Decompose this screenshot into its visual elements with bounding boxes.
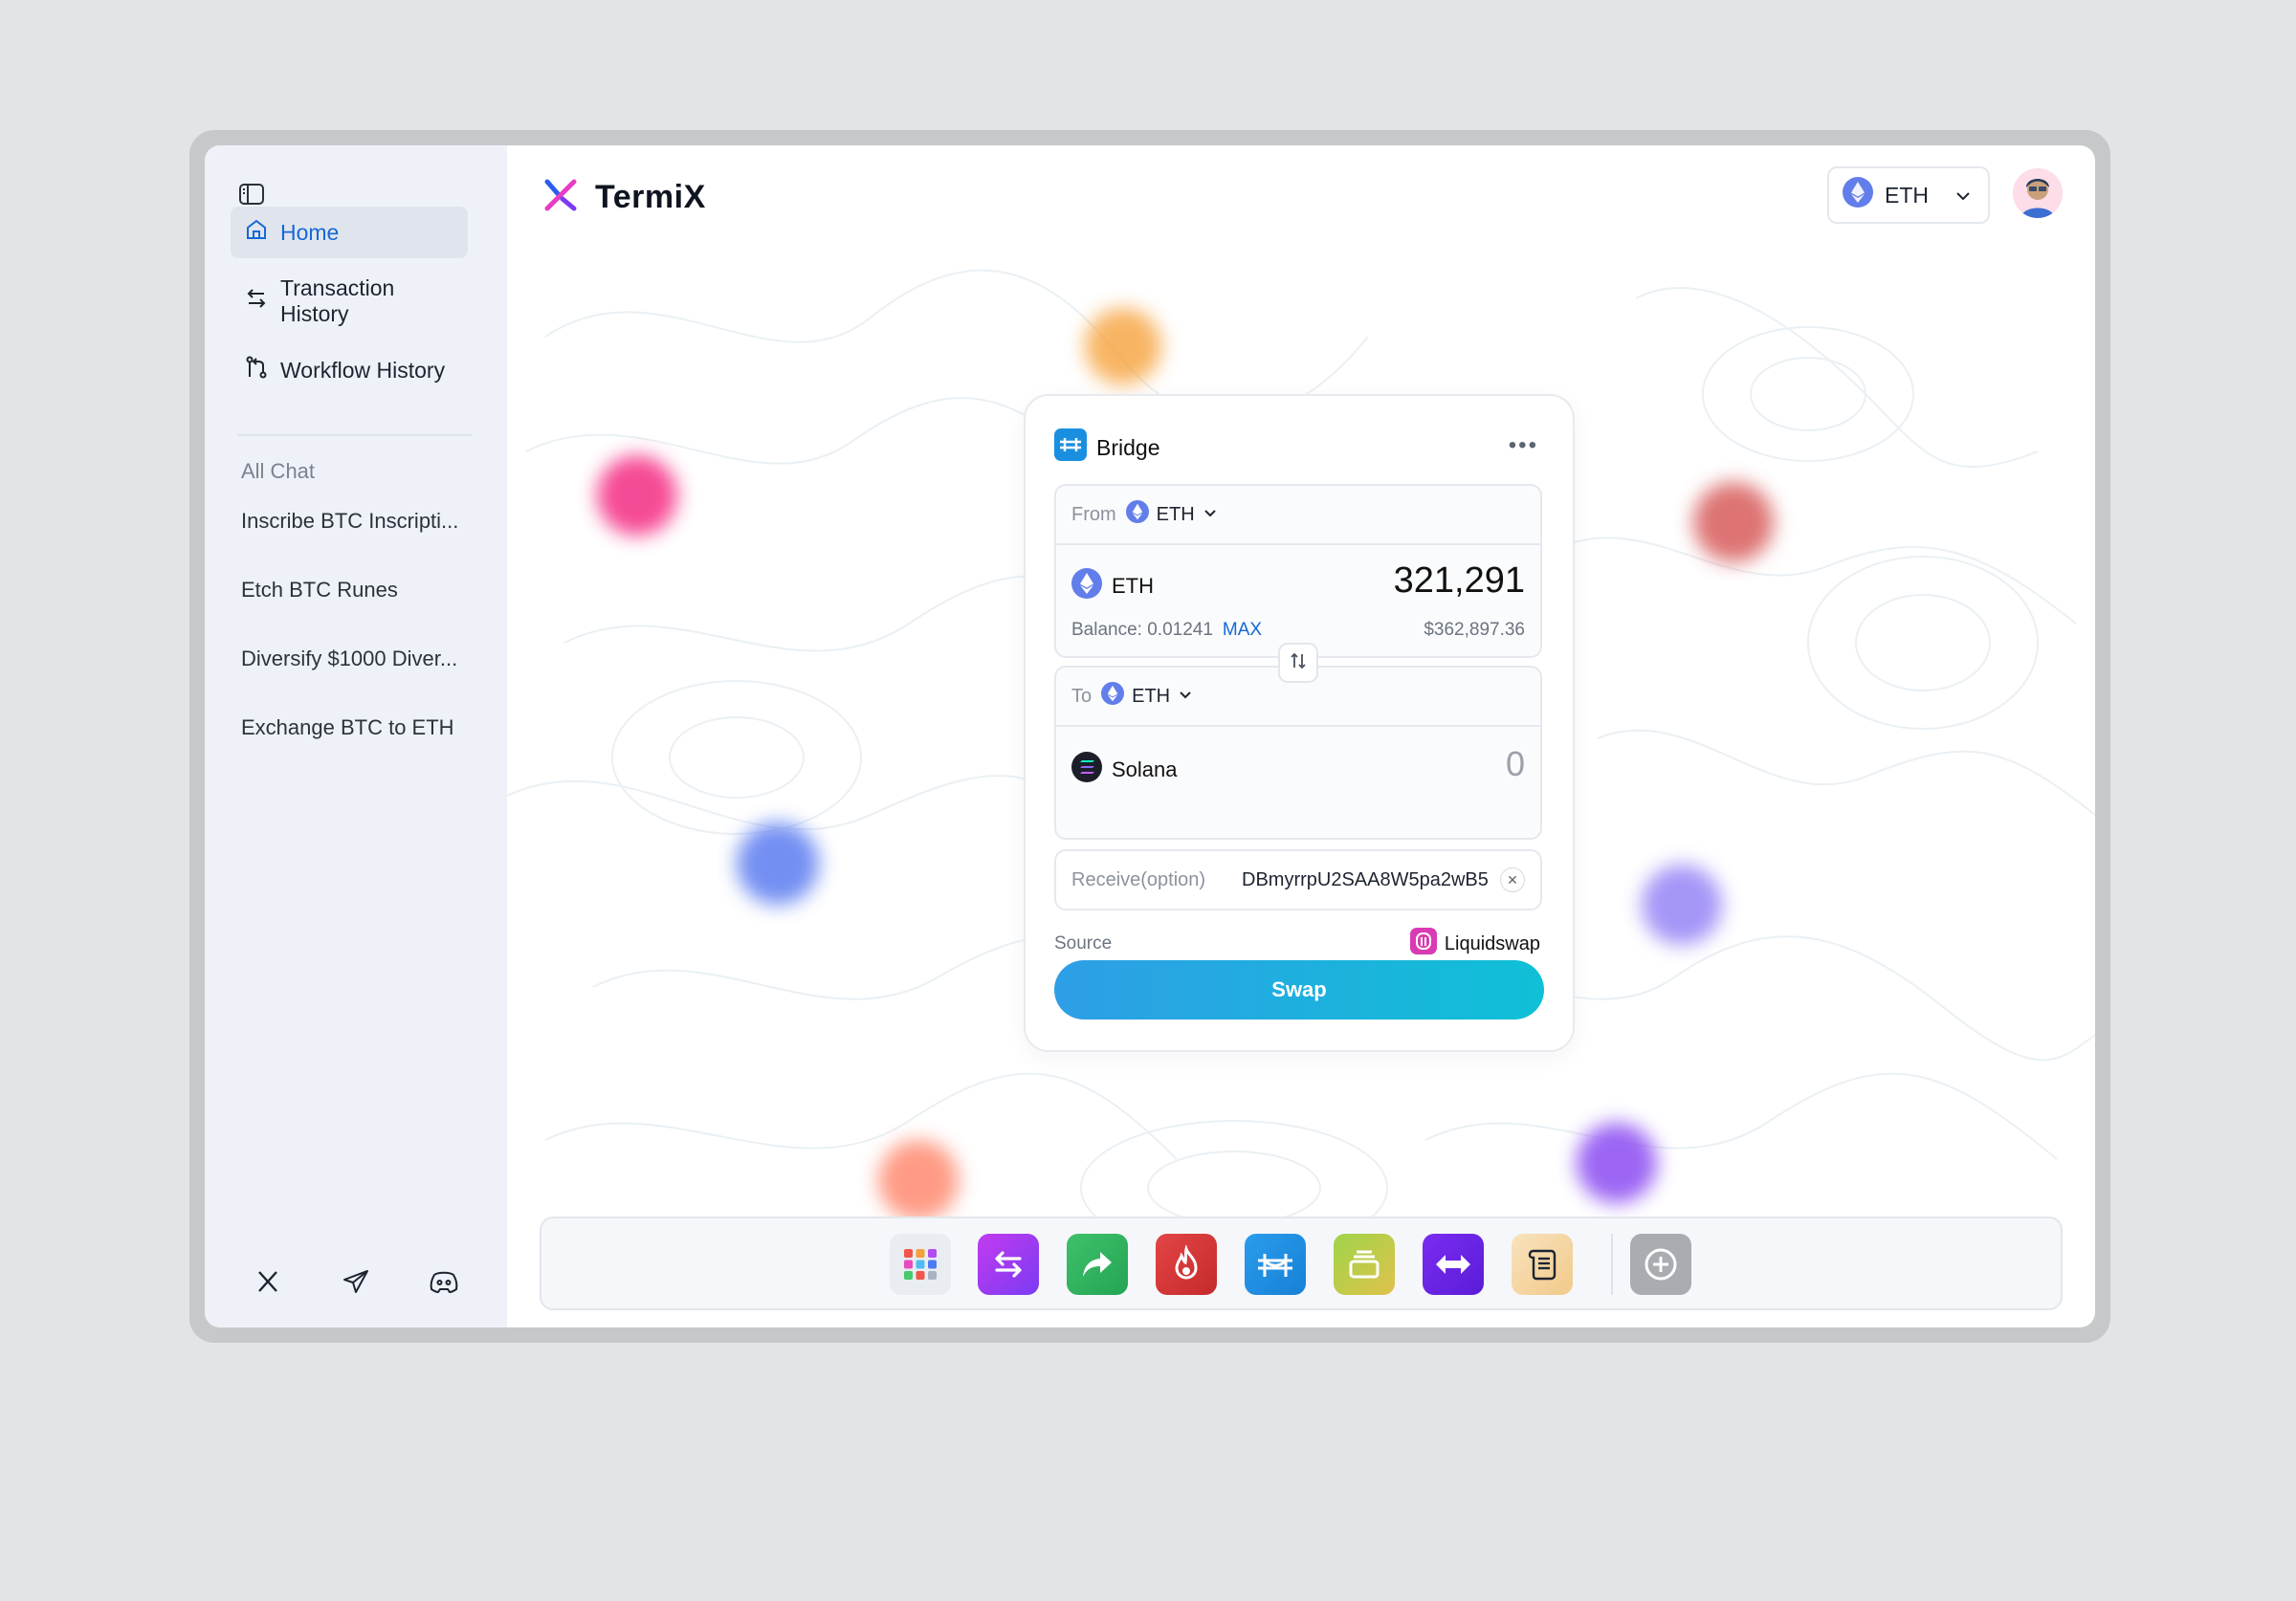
token-blob <box>878 1140 959 1220</box>
x-icon[interactable] <box>249 1262 287 1301</box>
sidebar-item-workflow-history[interactable]: Workflow History <box>231 344 468 396</box>
exchange-icon[interactable] <box>1423 1234 1484 1295</box>
to-token-label: Solana <box>1112 757 1178 781</box>
telegram-icon[interactable] <box>337 1262 375 1301</box>
sidebar-item-home[interactable]: Home <box>231 207 468 258</box>
receive-address-field[interactable]: Receive(option) DBmyrrpU2SAA8W5pa2wB5 ✕ <box>1054 849 1542 910</box>
add-circle-icon[interactable] <box>1630 1234 1691 1295</box>
from-chain-label: ETH <box>1156 503 1195 525</box>
balance: Balance: 0.01241 MAX <box>1071 620 1262 641</box>
discord-icon[interactable] <box>425 1262 463 1301</box>
git-branch-icon <box>244 355 269 385</box>
chevron-down-icon <box>1203 504 1218 526</box>
from-amount-input[interactable]: 321,291 <box>1394 560 1525 602</box>
network-label: ETH <box>1885 182 1929 208</box>
termix-logo-icon <box>540 174 582 221</box>
bridge-card: Bridge ••• From ETH ETH 321,291 Balance:… <box>1024 394 1575 1052</box>
ethereum-icon <box>1101 682 1125 711</box>
to-token[interactable]: Solana <box>1071 752 1178 788</box>
app-window: Home Transaction History Workflow Histor… <box>205 145 2095 1327</box>
source-value: Liquidswap <box>1444 932 1540 954</box>
token-blob <box>1642 865 1722 945</box>
balance-label: Balance: 0.01241 <box>1071 620 1213 640</box>
sidebar-item-label: Transaction History <box>280 275 395 326</box>
stack-icon[interactable] <box>1334 1234 1395 1295</box>
bridge-icon <box>1054 428 1087 467</box>
solana-icon <box>1071 752 1102 788</box>
home-icon <box>244 217 269 248</box>
scroll-icon[interactable] <box>1512 1234 1573 1295</box>
clear-icon[interactable]: ✕ <box>1500 867 1525 892</box>
from-token[interactable]: ETH <box>1071 568 1154 604</box>
app-dock <box>540 1217 2063 1310</box>
sidebar-item-transaction-history[interactable]: Transaction History <box>231 275 468 327</box>
token-blob <box>1085 308 1161 384</box>
chat-item[interactable]: Diversify $1000 Diver... <box>241 647 480 671</box>
main-area: TermiX ETH Bridge ••• From ETH ETH 321,2… <box>507 145 2095 1327</box>
chat-item[interactable]: Etch BTC Runes <box>241 578 480 603</box>
dock-separator <box>1611 1234 1613 1295</box>
to-label: To <box>1071 685 1093 707</box>
to-panel: To ETH Solana 0 <box>1054 666 1542 840</box>
ethereum-icon <box>1125 500 1149 529</box>
liquidswap-icon <box>1409 928 1437 960</box>
section-title: All Chat <box>241 459 316 483</box>
swap-vertical-icon <box>1288 650 1309 676</box>
fire-icon[interactable] <box>1156 1234 1217 1295</box>
more-options-icon[interactable]: ••• <box>1509 432 1538 459</box>
app-logo[interactable]: TermiX <box>540 174 706 221</box>
token-blob <box>1693 482 1774 562</box>
source-label: Source <box>1054 933 1113 954</box>
to-chain-selector[interactable]: ETH <box>1101 682 1193 711</box>
receive-label: Receive(option) <box>1071 868 1206 890</box>
sidebar-divider <box>237 434 473 436</box>
to-amount: 0 <box>1505 744 1525 783</box>
card-header: Bridge <box>1054 428 1159 467</box>
app-name: TermiX <box>595 179 706 215</box>
switch-direction-button[interactable] <box>1278 643 1318 683</box>
ethereum-icon <box>1071 568 1102 604</box>
sidebar: Home Transaction History Workflow Histor… <box>205 145 507 1327</box>
chat-item[interactable]: Exchange BTC to ETH <box>241 715 480 740</box>
source-selector[interactable]: Liquidswap <box>1409 928 1540 960</box>
max-button[interactable]: MAX <box>1223 620 1262 640</box>
sidebar-item-label: Home <box>280 219 340 245</box>
usd-value: $362,897.36 <box>1424 620 1525 640</box>
network-selector[interactable]: ETH <box>1827 166 1990 224</box>
from-chain-selector[interactable]: ETH <box>1125 500 1218 529</box>
token-blob <box>1577 1123 1657 1203</box>
from-panel: From ETH ETH 321,291 Balance: 0.01241 MAX… <box>1054 484 1542 658</box>
bridge-icon[interactable] <box>1245 1234 1306 1295</box>
from-label: From <box>1071 503 1116 525</box>
apps-grid-icon[interactable] <box>890 1234 951 1295</box>
chat-item[interactable]: Inscribe BTC Inscripti... <box>241 509 480 534</box>
swap-arrows-icon[interactable] <box>978 1234 1039 1295</box>
receive-address-value: DBmyrrpU2SAA8W5pa2wB5 <box>1242 868 1489 890</box>
sidebar-toggle-icon[interactable] <box>237 180 266 208</box>
share-arrow-icon[interactable] <box>1067 1234 1128 1295</box>
arrows-exchange-icon <box>244 286 269 317</box>
to-chain-label: ETH <box>1132 685 1171 707</box>
chevron-down-icon <box>1954 186 1973 211</box>
token-blob <box>597 455 677 536</box>
ethereum-icon <box>1843 177 1873 213</box>
from-token-label: ETH <box>1112 574 1154 598</box>
token-blob <box>737 822 819 905</box>
card-title: Bridge <box>1096 434 1160 460</box>
chevron-down-icon <box>1178 686 1193 708</box>
swap-button[interactable]: Swap <box>1054 960 1544 1020</box>
avatar[interactable] <box>2013 168 2063 218</box>
sidebar-item-label: Workflow History <box>280 357 446 383</box>
